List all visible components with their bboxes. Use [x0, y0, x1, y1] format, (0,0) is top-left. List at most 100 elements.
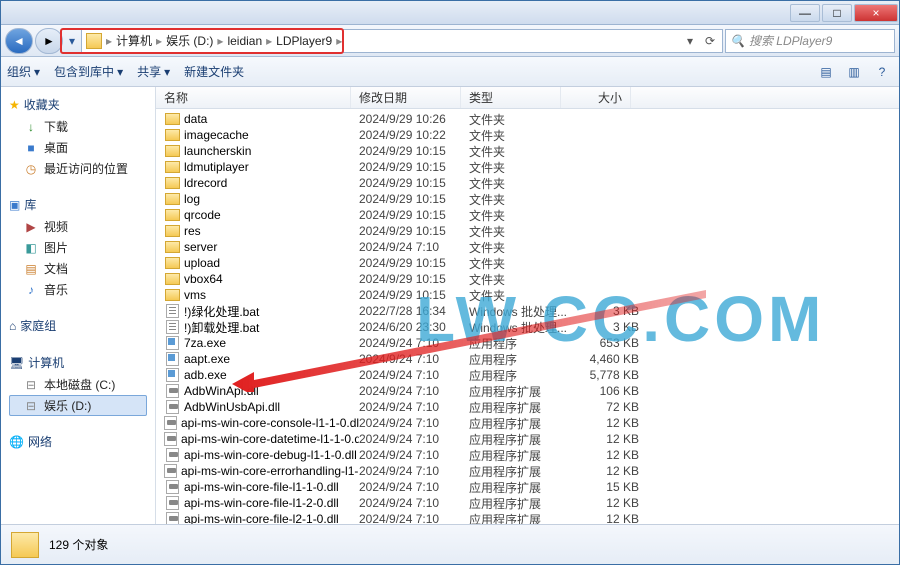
window-titlebar[interactable]: — □ × — [1, 1, 899, 25]
nav-history-drop[interactable]: ▾ — [65, 28, 79, 54]
fav-item-2[interactable]: ◷最近访问的位置 — [9, 158, 147, 179]
file-size: 12 KB — [569, 448, 639, 462]
share-menu[interactable]: 共享 ▾ — [137, 63, 170, 80]
file-name: vms — [184, 288, 206, 302]
refresh-button[interactable]: ⟳ — [702, 34, 718, 48]
col-size[interactable]: 大小 — [561, 87, 631, 108]
item-count: 129 个对象 — [49, 536, 108, 553]
back-button[interactable]: ◄ — [5, 28, 33, 54]
fav-item-1[interactable]: ■桌面 — [9, 137, 147, 158]
file-type: 应用程序扩展 — [469, 463, 569, 480]
file-row[interactable]: api-ms-win-core-errorhandling-l1-1-...20… — [156, 463, 899, 479]
file-row[interactable]: 7za.exe2024/9/24 7:10应用程序653 KB — [156, 335, 899, 351]
col-name[interactable]: 名称 — [156, 87, 351, 108]
file-name: !)绿化处理.bat — [184, 303, 259, 320]
folder-icon — [165, 257, 180, 269]
file-type: 应用程序扩展 — [469, 415, 569, 432]
file-row[interactable]: !)绿化处理.bat2022/7/28 16:34Windows 批处理...3… — [156, 303, 899, 319]
file-row[interactable]: AdbWinApi.dll2024/9/24 7:10应用程序扩展106 KB — [156, 383, 899, 399]
close-button[interactable]: × — [854, 4, 898, 22]
lib-item-0[interactable]: ▶视频 — [9, 216, 147, 237]
lib-item-3[interactable]: ♪音乐 — [9, 279, 147, 300]
breadcrumb-seg-leidian[interactable]: leidian — [227, 34, 262, 48]
file-type: 应用程序扩展 — [469, 431, 569, 448]
file-row[interactable]: api-ms-win-core-console-l1-1-0.dll2024/9… — [156, 415, 899, 431]
address-bar[interactable]: ▸ 计算机 ▸ 娱乐 (D:) ▸ leidian ▸ LDPlayer9 ▸ … — [81, 29, 723, 53]
file-size: 5,778 KB — [569, 368, 639, 382]
view-mode-button[interactable]: ▤ — [815, 61, 837, 83]
breadcrumb-seg-computer[interactable]: 计算机 — [116, 32, 152, 49]
file-name: vbox64 — [184, 272, 223, 286]
file-row[interactable]: res2024/9/29 10:15文件夹 — [156, 223, 899, 239]
column-headers: 名称 修改日期 类型 大小 — [156, 87, 899, 109]
file-row[interactable]: ldmutiplayer2024/9/29 10:15文件夹 — [156, 159, 899, 175]
file-row[interactable]: api-ms-win-core-datetime-l1-1-0.dll2024/… — [156, 431, 899, 447]
file-date: 2024/6/20 23:30 — [359, 320, 469, 334]
file-row[interactable]: !)卸载处理.bat2024/6/20 23:30Windows 批处理...3… — [156, 319, 899, 335]
file-row[interactable]: data2024/9/29 10:26文件夹 — [156, 111, 899, 127]
file-size: 72 KB — [569, 400, 639, 414]
file-row[interactable]: AdbWinUsbApi.dll2024/9/24 7:10应用程序扩展72 K… — [156, 399, 899, 415]
lib-item-1[interactable]: ◧图片 — [9, 237, 147, 258]
preview-pane-button[interactable]: ▥ — [843, 61, 865, 83]
address-drop[interactable]: ▾ — [682, 34, 698, 48]
file-date: 2024/9/24 7:10 — [359, 480, 469, 494]
file-row[interactable]: api-ms-win-core-file-l1-1-0.dll2024/9/24… — [156, 479, 899, 495]
file-type: 应用程序扩展 — [469, 399, 569, 416]
file-row[interactable]: log2024/9/29 10:15文件夹 — [156, 191, 899, 207]
drive-item-0[interactable]: ⊟本地磁盘 (C:) — [9, 374, 147, 395]
file-row[interactable]: upload2024/9/29 10:15文件夹 — [156, 255, 899, 271]
newfolder-button[interactable]: 新建文件夹 — [184, 63, 244, 80]
fav-item-0[interactable]: ↓下载 — [9, 116, 147, 137]
dll-icon — [166, 480, 179, 494]
maximize-button[interactable]: □ — [822, 4, 852, 22]
file-size: 12 KB — [569, 416, 639, 430]
file-row[interactable]: api-ms-win-core-file-l1-2-0.dll2024/9/24… — [156, 495, 899, 511]
network-group[interactable]: 🌐网络 — [9, 430, 147, 453]
lib-item-2[interactable]: ▤文档 — [9, 258, 147, 279]
folder-icon — [165, 209, 180, 221]
file-row[interactable]: api-ms-win-core-file-l2-1-0.dll2024/9/24… — [156, 511, 899, 524]
file-row[interactable]: server2024/9/24 7:10文件夹 — [156, 239, 899, 255]
file-row[interactable]: vms2024/9/29 10:15文件夹 — [156, 287, 899, 303]
file-row[interactable]: imagecache2024/9/29 10:22文件夹 — [156, 127, 899, 143]
file-name: ldrecord — [184, 176, 227, 190]
breadcrumb-seg-drive[interactable]: 娱乐 (D:) — [166, 32, 213, 49]
file-type: 文件夹 — [469, 159, 569, 176]
help-button[interactable]: ? — [871, 61, 893, 83]
computer-group[interactable]: 🖥计算机 — [9, 351, 147, 374]
file-row[interactable]: qrcode2024/9/29 10:15文件夹 — [156, 207, 899, 223]
file-date: 2024/9/29 10:15 — [359, 208, 469, 222]
file-row[interactable]: ldrecord2024/9/29 10:15文件夹 — [156, 175, 899, 191]
file-list[interactable]: data2024/9/29 10:26文件夹imagecache2024/9/2… — [156, 109, 899, 524]
file-row[interactable]: launcherskin2024/9/29 10:15文件夹 — [156, 143, 899, 159]
file-type: 应用程序扩展 — [469, 383, 569, 400]
folder-icon — [165, 289, 180, 301]
file-row[interactable]: vbox642024/9/29 10:15文件夹 — [156, 271, 899, 287]
libraries-group[interactable]: ▣库 — [9, 193, 147, 216]
file-date: 2024/9/24 7:10 — [359, 496, 469, 510]
homegroup[interactable]: ⌂家庭组 — [9, 314, 147, 337]
file-pane: 名称 修改日期 类型 大小 data2024/9/29 10:26文件夹imag… — [156, 87, 899, 524]
favorites-group[interactable]: ★收藏夹 — [9, 93, 147, 116]
file-row[interactable]: aapt.exe2024/9/24 7:10应用程序4,460 KB — [156, 351, 899, 367]
file-type: 文件夹 — [469, 223, 569, 240]
col-type[interactable]: 类型 — [461, 87, 561, 108]
file-name: server — [184, 240, 217, 254]
include-menu[interactable]: 包含到库中 ▾ — [54, 63, 123, 80]
organize-menu[interactable]: 组织 ▾ — [7, 63, 40, 80]
forward-button[interactable]: ► — [35, 28, 63, 54]
file-row[interactable]: adb.exe2024/9/24 7:10应用程序5,778 KB — [156, 367, 899, 383]
file-date: 2024/9/29 10:15 — [359, 192, 469, 206]
col-date[interactable]: 修改日期 — [351, 87, 461, 108]
search-box[interactable]: 🔍 搜索 LDPlayer9 — [725, 29, 895, 53]
file-type: 应用程序扩展 — [469, 495, 569, 512]
drive-item-1[interactable]: ⊟娱乐 (D:) — [9, 395, 147, 416]
search-icon: 🔍 — [730, 34, 745, 48]
minimize-button[interactable]: — — [790, 4, 820, 22]
file-date: 2024/9/24 7:10 — [359, 464, 469, 478]
network-icon: 🌐 — [9, 435, 24, 449]
file-row[interactable]: api-ms-win-core-debug-l1-1-0.dll2024/9/2… — [156, 447, 899, 463]
file-name: !)卸载处理.bat — [184, 319, 259, 336]
breadcrumb-seg-ldplayer9[interactable]: LDPlayer9 — [276, 34, 332, 48]
